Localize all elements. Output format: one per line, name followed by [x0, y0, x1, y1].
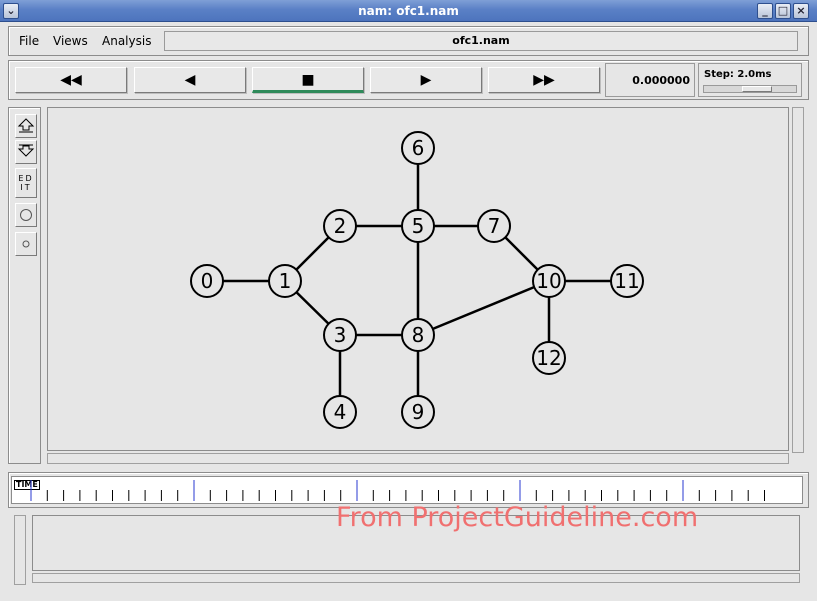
rewind-button[interactable]: ◀◀ [15, 67, 127, 93]
window-title: nam: ofc1.nam [358, 4, 459, 18]
node-8[interactable]: 8 [401, 318, 435, 352]
node-label: 10 [536, 269, 561, 293]
step-slider[interactable] [703, 85, 797, 93]
node-label: 0 [201, 269, 214, 293]
node-3[interactable]: 3 [323, 318, 357, 352]
stop-button[interactable]: ■ [252, 67, 364, 93]
step-back-button[interactable]: ◀ [134, 67, 246, 93]
node-0[interactable]: 0 [190, 264, 224, 298]
minimize-icon[interactable]: _ [757, 3, 773, 19]
menu-file[interactable]: File [19, 34, 39, 48]
timeline-ticks [30, 480, 765, 501]
step-control: Step: 2.0ms [698, 63, 802, 97]
node-label: 9 [412, 400, 425, 424]
step-label: Step: 2.0ms [704, 69, 772, 80]
node-label: 1 [279, 269, 292, 293]
node-11[interactable]: 11 [610, 264, 644, 298]
node-9[interactable]: 9 [401, 395, 435, 429]
node-label: 7 [488, 214, 501, 238]
canvas-vertical-scrollbar[interactable] [792, 107, 804, 453]
node-label: 2 [334, 214, 347, 238]
node-label: 8 [412, 323, 425, 347]
timeline-slider[interactable]: TIME [11, 476, 803, 504]
circle-small-icon[interactable] [15, 232, 37, 256]
network-canvas[interactable]: 0 1 2 3 4 5 6 7 8 9 10 11 12 [47, 107, 789, 451]
zoom-out-icon[interactable] [15, 140, 37, 164]
node-label: 12 [536, 346, 561, 370]
close-icon[interactable]: × [793, 3, 809, 19]
node-label: 3 [334, 323, 347, 347]
node-6[interactable]: 6 [401, 131, 435, 165]
circle-large-icon[interactable] [15, 203, 37, 227]
node-label: 4 [334, 400, 347, 424]
play-button[interactable]: ▶ [370, 67, 482, 93]
menu-analysis[interactable]: Analysis [102, 34, 151, 48]
step-slider-thumb[interactable] [742, 86, 772, 92]
node-5[interactable]: 5 [401, 209, 435, 243]
node-10[interactable]: 10 [532, 264, 566, 298]
monitor-horizontal-scrollbar[interactable] [32, 573, 800, 583]
zoom-in-icon[interactable] [15, 114, 37, 138]
maximize-icon[interactable]: □ [775, 3, 791, 19]
watermark: From ProjectGuideline.com [336, 502, 699, 533]
fast-forward-button[interactable]: ▶▶ [488, 67, 600, 93]
node-4[interactable]: 4 [323, 395, 357, 429]
monitor-vertical-scrollbar[interactable] [14, 515, 26, 585]
link-8-10[interactable] [417, 279, 550, 337]
node-label: 6 [412, 136, 425, 160]
canvas-horizontal-scrollbar[interactable] [47, 453, 789, 464]
edit-button[interactable]: ED IT [15, 168, 37, 198]
title-bar: ⌄ nam: ofc1.nam _ □ × [0, 0, 817, 22]
topology-graph: 0 12345678910 1112 [190, 131, 644, 429]
node-12[interactable]: 12 [532, 341, 566, 375]
node-label: 5 [412, 214, 425, 238]
node-1[interactable]: 1 [268, 264, 302, 298]
menu-views[interactable]: Views [53, 34, 88, 48]
filename-display: ofc1.nam [164, 31, 798, 51]
node-7[interactable]: 7 [477, 209, 511, 243]
node-2[interactable]: 2 [323, 209, 357, 243]
node-label: 11 [614, 269, 639, 293]
time-display: 0.000000 [605, 63, 695, 97]
